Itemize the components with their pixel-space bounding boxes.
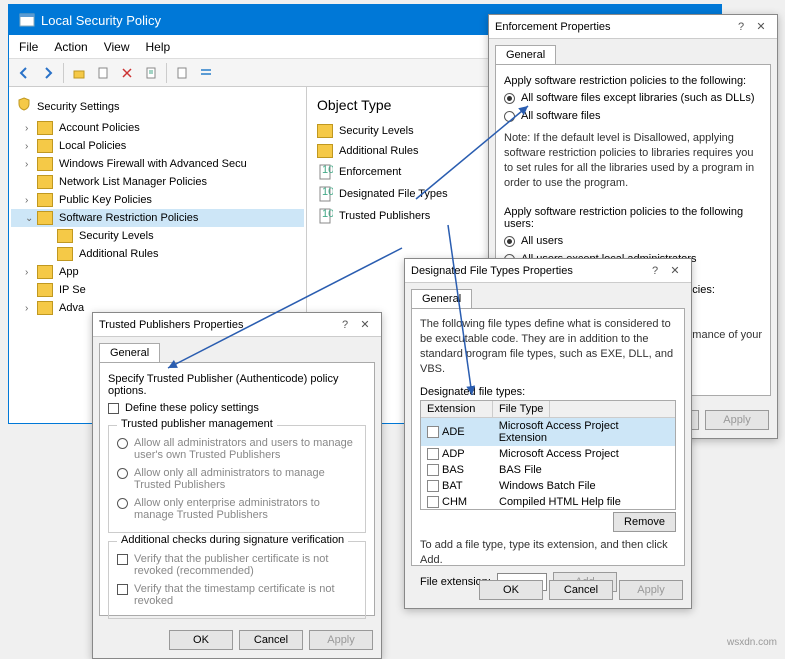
watermark: wsxdn.com [727, 637, 777, 648]
chevron-icon: › [25, 123, 35, 134]
folder-icon [37, 139, 53, 153]
tab-general[interactable]: General [495, 45, 556, 64]
tab-general[interactable]: General [99, 343, 160, 362]
radio-only-admins[interactable]: Allow only all administrators to manage … [117, 464, 357, 494]
table-row[interactable]: ADPMicrosoft Access Project [421, 446, 675, 462]
chevron-icon: › [25, 141, 35, 152]
file-icon [427, 480, 439, 492]
shield-icon [17, 97, 31, 111]
trusted-publishers-dialog: Trusted Publishers Properties?✕ General … [92, 312, 382, 659]
define-settings-check[interactable]: Define these policy settings [108, 399, 366, 417]
clipboard-button[interactable] [92, 62, 114, 84]
check-timestamp-cert[interactable]: Verify that the timestamp certificate is… [117, 580, 357, 610]
radio-all-admins-users[interactable]: Allow all administrators and users to ma… [117, 434, 357, 464]
tree-item[interactable]: Additional Rules [11, 245, 304, 263]
help-button[interactable]: ? [335, 319, 355, 331]
menu-action[interactable]: Action [54, 40, 87, 54]
document-icon: 101 [317, 186, 333, 202]
apply-button[interactable]: Apply [619, 580, 683, 600]
app-icon [19, 12, 35, 28]
help-button[interactable]: ? [731, 21, 751, 33]
list-button[interactable] [195, 62, 217, 84]
folder-icon [317, 124, 333, 138]
tree-item[interactable]: ›Windows Firewall with Advanced Secu [11, 155, 304, 173]
chevron-icon: ⌄ [25, 213, 35, 224]
file-icon [427, 464, 439, 476]
tab-general[interactable]: General [411, 289, 472, 308]
folder-icon [37, 301, 53, 315]
ok-button[interactable]: OK [169, 630, 233, 650]
remove-button[interactable]: Remove [613, 512, 676, 532]
dialog-titlebar[interactable]: Enforcement Properties?✕ [489, 15, 777, 39]
menu-file[interactable]: File [19, 40, 38, 54]
radio-enterprise-admins[interactable]: Allow only enterprise administrators to … [117, 494, 357, 524]
chevron-icon: › [25, 303, 35, 314]
help-button[interactable]: ? [645, 265, 665, 277]
refresh-button[interactable] [171, 62, 193, 84]
tree-item[interactable]: ›Public Key Policies [11, 191, 304, 209]
apply-button[interactable]: Apply [309, 630, 373, 650]
file-icon [427, 448, 439, 460]
svg-text:101: 101 [322, 164, 333, 176]
dialog-titlebar[interactable]: Trusted Publishers Properties?✕ [93, 313, 381, 337]
folder-icon [37, 175, 53, 189]
close-icon[interactable]: ✕ [665, 264, 685, 277]
folder-icon [57, 247, 73, 261]
tree-root[interactable]: Security Settings [11, 93, 304, 119]
file-icon [427, 426, 439, 438]
folder-icon [37, 211, 53, 225]
tree-item[interactable]: ›Account Policies [11, 119, 304, 137]
folder-icon [37, 283, 53, 297]
menu-help[interactable]: Help [146, 40, 171, 54]
svg-text:101: 101 [322, 208, 333, 220]
folder-icon [37, 193, 53, 207]
dialog-titlebar[interactable]: Designated File Types Properties?✕ [405, 259, 691, 283]
forward-button[interactable] [37, 62, 59, 84]
table-row[interactable]: CHMCompiled HTML Help file [421, 494, 675, 510]
table-row[interactable]: BATWindows Batch File [421, 478, 675, 494]
radio-except-libs[interactable]: All software files except libraries (suc… [504, 89, 762, 107]
table-row[interactable]: ADEMicrosoft Access Project Extension [421, 418, 675, 446]
designated-types-dialog: Designated File Types Properties?✕ Gener… [404, 258, 692, 609]
folder-icon [37, 157, 53, 171]
close-icon[interactable]: ✕ [751, 20, 771, 33]
document-icon: 101 [317, 208, 333, 224]
table-row[interactable]: BASBAS File [421, 462, 675, 478]
delete-button[interactable] [116, 62, 138, 84]
document-icon: 101 [317, 164, 333, 180]
cancel-button[interactable]: Cancel [549, 580, 613, 600]
chevron-icon: › [25, 195, 35, 206]
folder-icon [37, 265, 53, 279]
tree-item[interactable]: ⌄Software Restriction Policies [11, 209, 304, 227]
tree-item[interactable]: ›App [11, 263, 304, 281]
chevron-icon: › [25, 267, 35, 278]
file-types-table[interactable]: ExtensionFile Type ADEMicrosoft Access P… [420, 400, 676, 510]
tree-item[interactable]: ›Local Policies [11, 137, 304, 155]
folder-icon [37, 121, 53, 135]
apply-button[interactable]: Apply [705, 410, 769, 430]
ok-button[interactable]: OK [479, 580, 543, 600]
menu-view[interactable]: View [104, 40, 130, 54]
svg-text:101: 101 [322, 186, 333, 198]
close-icon[interactable]: ✕ [355, 318, 375, 331]
tree-item[interactable]: Security Levels [11, 227, 304, 245]
back-button[interactable] [13, 62, 35, 84]
tree-item[interactable]: IP Se [11, 281, 304, 299]
chevron-icon: › [25, 159, 35, 170]
up-button[interactable] [68, 62, 90, 84]
cancel-button[interactable]: Cancel [239, 630, 303, 650]
properties-button[interactable] [140, 62, 162, 84]
folder-icon [317, 144, 333, 158]
folder-icon [57, 229, 73, 243]
file-icon [427, 496, 439, 508]
check-publisher-cert[interactable]: Verify that the publisher certificate is… [117, 550, 357, 580]
tree-item[interactable]: Network List Manager Policies [11, 173, 304, 191]
radio-all-users[interactable]: All users [504, 232, 762, 250]
radio-all-software[interactable]: All software files [504, 107, 762, 125]
